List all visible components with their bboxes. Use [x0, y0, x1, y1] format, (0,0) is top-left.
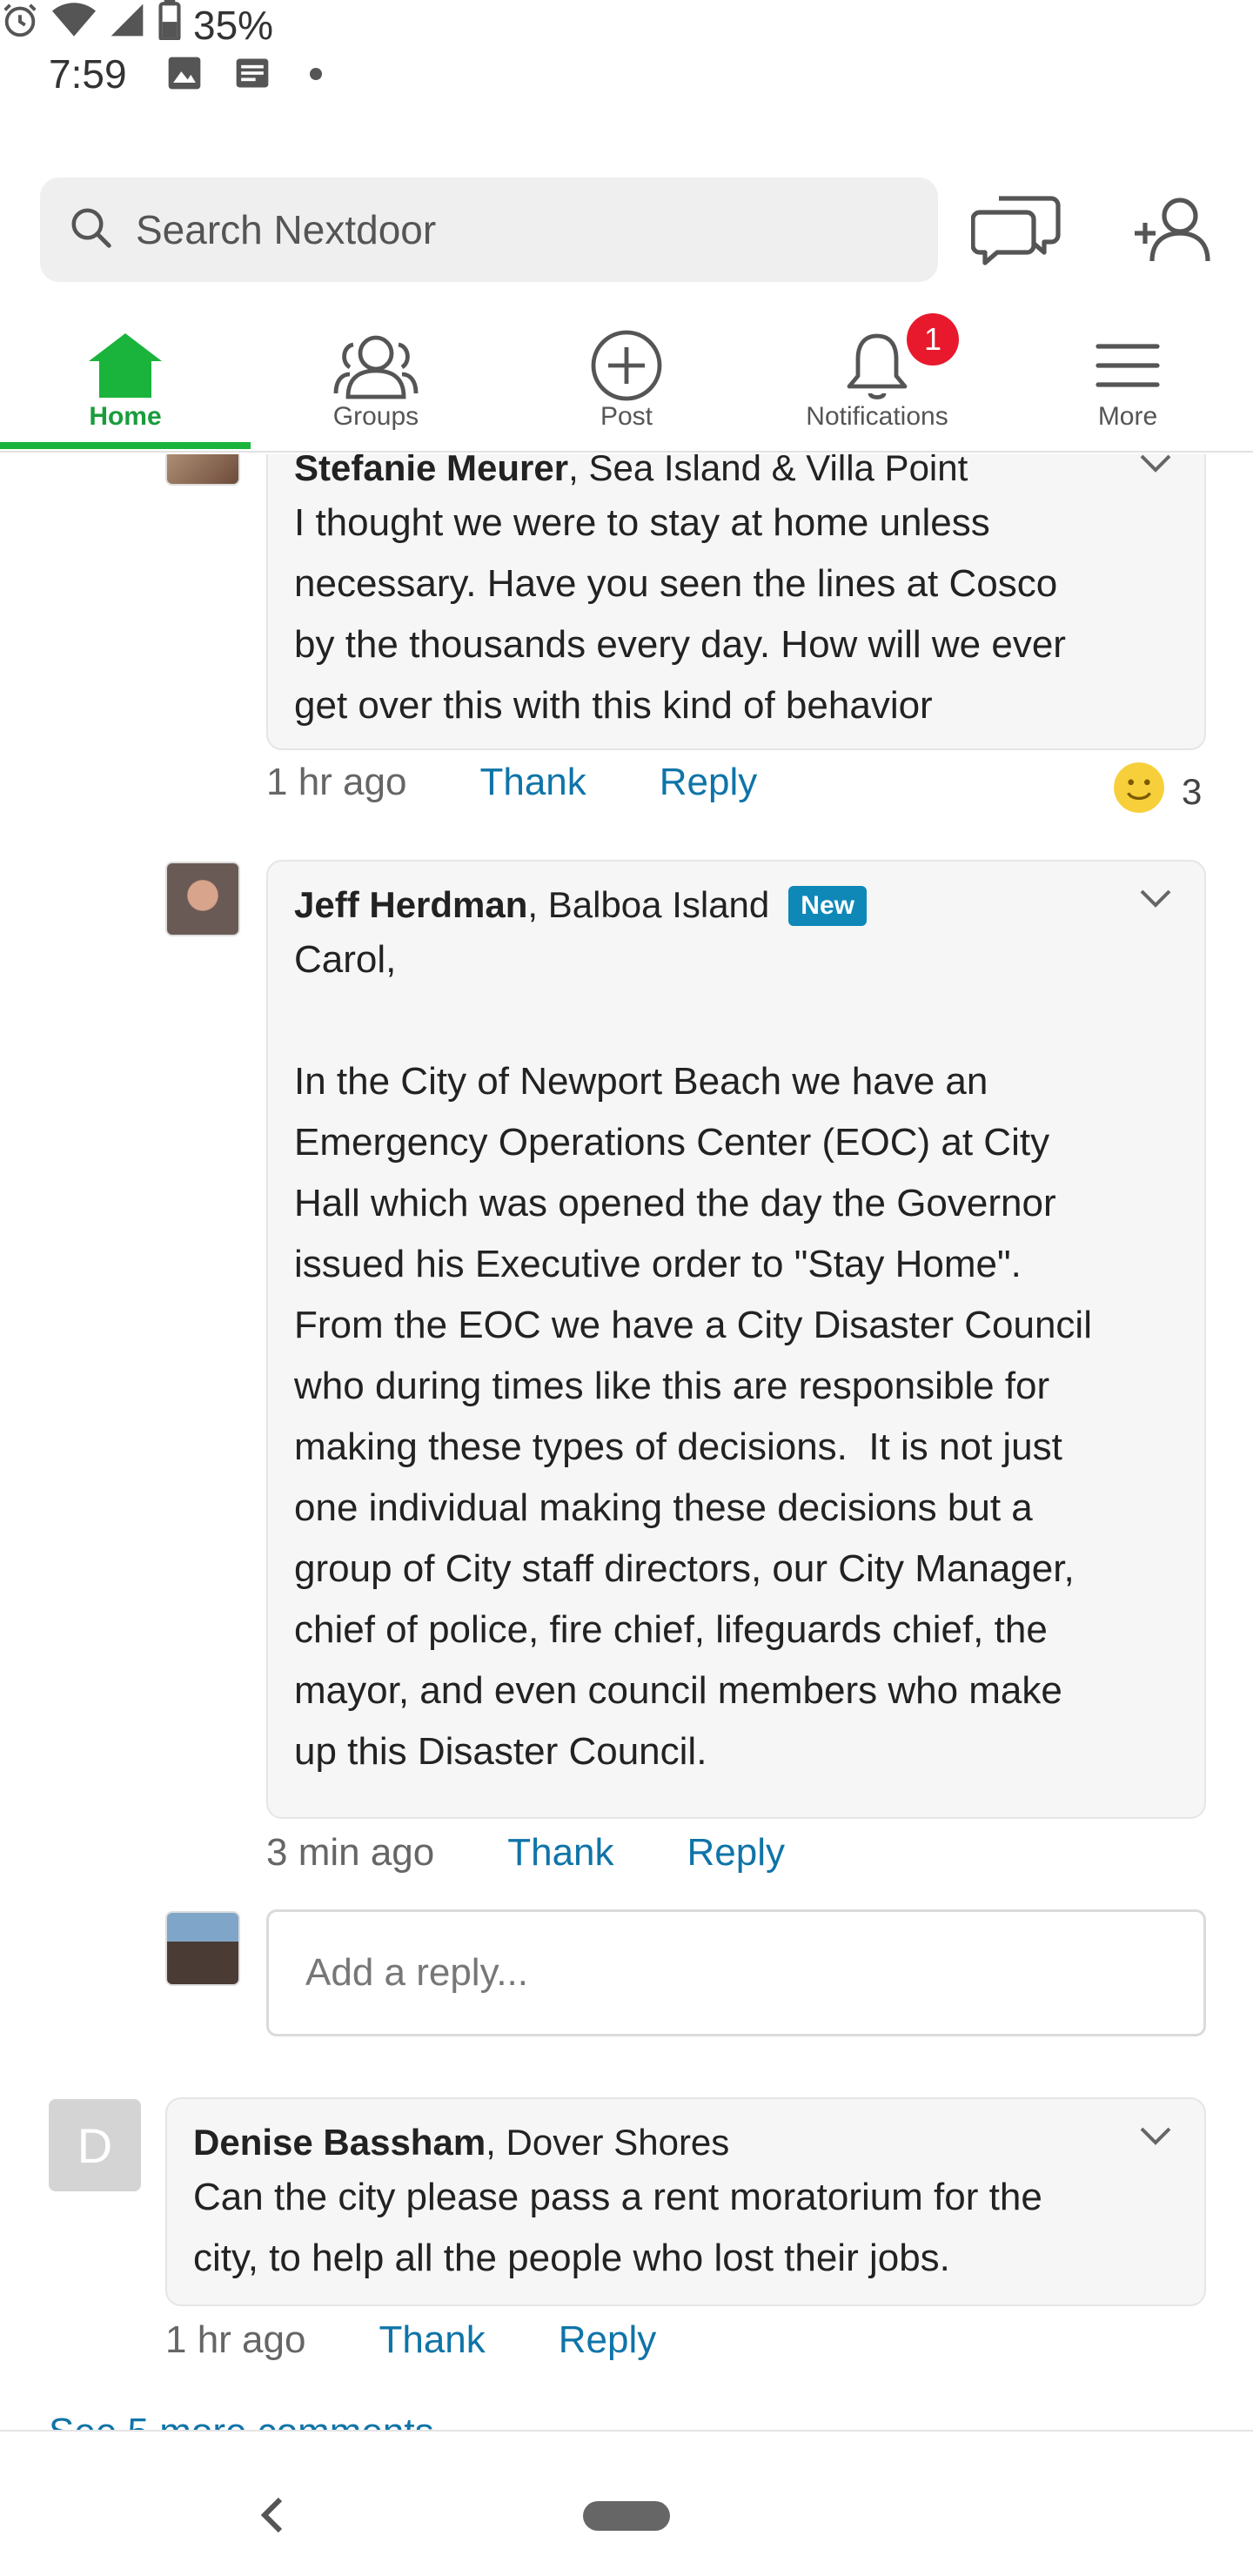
comment-meta: 3 min ago Thank Reply [266, 1831, 785, 1875]
comment-feed[interactable]: Stefanie Meurer, Sea Island & Villa Poin… [0, 454, 1253, 2430]
tab-post[interactable]: Post [501, 313, 752, 453]
search-input[interactable]: Search Nextdoor [40, 178, 938, 282]
comment-text: Carol, In the City of Newport Beach we h… [294, 938, 1092, 1773]
comment-card: Stefanie Meurer, Sea Island & Villa Poin… [266, 454, 1206, 750]
groups-icon [251, 322, 501, 409]
avatar[interactable]: D [49, 2099, 141, 2191]
tab-home[interactable]: Home [0, 313, 251, 453]
author-location: , Balboa Island [527, 884, 770, 925]
home-gesture-pill[interactable] [583, 2501, 670, 2531]
search-icon [40, 205, 115, 256]
tab-more[interactable]: More [1002, 313, 1253, 453]
comment-card: Jeff Herdman, Balboa Island New Carol, In… [266, 860, 1206, 1819]
messages-icon[interactable] [970, 193, 1062, 272]
notification-count-badge: 1 [907, 313, 959, 366]
avatar[interactable] [165, 454, 240, 486]
author-name[interactable]: Denise Bassham [193, 2122, 486, 2163]
comment-meta: 1 hr ago Thank Reply [266, 761, 757, 804]
comment-time: 1 hr ago [266, 761, 407, 803]
new-member-badge: New [788, 886, 867, 926]
author-line: Stefanie Meurer, Sea Island & Villa Poin… [294, 454, 1178, 493]
tab-bar: Home Groups Post 1 Notifications More [0, 313, 1253, 453]
wifi-icon [52, 1, 96, 49]
reaction-summary[interactable]: 3 [1112, 761, 1202, 823]
author-name[interactable]: Jeff Herdman [294, 884, 527, 925]
smiley-icon [1112, 761, 1166, 823]
thank-button[interactable]: Thank [379, 2318, 485, 2362]
status-bar: 7:59 35% [0, 0, 1253, 148]
comment-time: 3 min ago [266, 1831, 435, 1874]
alarm-icon [0, 0, 40, 50]
tab-groups[interactable]: Groups [251, 313, 501, 453]
comment-time: 1 hr ago [165, 2318, 306, 2361]
author-name[interactable]: Stefanie Meurer [294, 454, 568, 488]
search-placeholder: Search Nextdoor [136, 207, 437, 252]
reply-placeholder: Add a reply... [305, 1951, 528, 1994]
image-icon [165, 54, 204, 97]
author-line: Denise Bassham, Dover Shores [193, 2118, 1178, 2167]
reply-button[interactable]: Reply [687, 1831, 786, 1875]
status-time: 7:59 [49, 51, 127, 97]
comment-text: Can the city please pass a rent moratori… [193, 2176, 1042, 2279]
plus-circle-icon [501, 322, 752, 409]
back-icon[interactable] [258, 2494, 285, 2540]
tab-label: Home [89, 402, 162, 431]
bell-icon [752, 322, 1002, 409]
thank-button[interactable]: Thank [479, 761, 586, 804]
tab-label: Notifications [806, 402, 948, 431]
thank-button[interactable]: Thank [507, 1831, 613, 1875]
tab-label: Post [600, 402, 653, 431]
chevron-down-icon[interactable] [1138, 888, 1173, 913]
reply-button[interactable]: Reply [559, 2318, 657, 2362]
dot-icon [310, 68, 322, 80]
tab-notifications[interactable]: 1 Notifications [752, 313, 1002, 453]
current-user-avatar [165, 1911, 240, 1986]
comment-card: Denise Bassham, Dover Shores Can the cit… [165, 2097, 1206, 2306]
reply-button[interactable]: Reply [660, 761, 758, 804]
author-location: , Dover Shores [486, 2122, 730, 2163]
tab-label: Groups [332, 402, 419, 431]
reply-input[interactable]: Add a reply... [266, 1909, 1206, 2036]
tab-label: More [1097, 402, 1158, 431]
system-nav-bar [0, 2430, 1253, 2576]
battery-percent: 35% [193, 2, 274, 48]
news-icon [233, 54, 271, 97]
see-more-comments-link[interactable]: See 5 more comments [49, 2411, 434, 2430]
chevron-down-icon[interactable] [1138, 454, 1173, 478]
author-location: , Sea Island & Villa Point [568, 454, 968, 488]
battery-icon [158, 0, 181, 50]
comment-meta: 1 hr ago Thank Reply [165, 2318, 656, 2362]
author-line: Jeff Herdman, Balboa Island New [294, 881, 1178, 929]
comment-text: I thought we were to stay at home unless… [294, 501, 1066, 727]
chevron-down-icon[interactable] [1138, 2125, 1173, 2150]
home-icon [0, 322, 251, 409]
hamburger-icon [1002, 322, 1253, 409]
reaction-count: 3 [1182, 771, 1203, 812]
active-tab-indicator [0, 442, 251, 449]
invite-neighbor-icon[interactable] [1131, 195, 1215, 269]
signal-icon [108, 1, 146, 49]
status-right: 35% [0, 0, 1253, 50]
avatar[interactable] [165, 862, 240, 936]
